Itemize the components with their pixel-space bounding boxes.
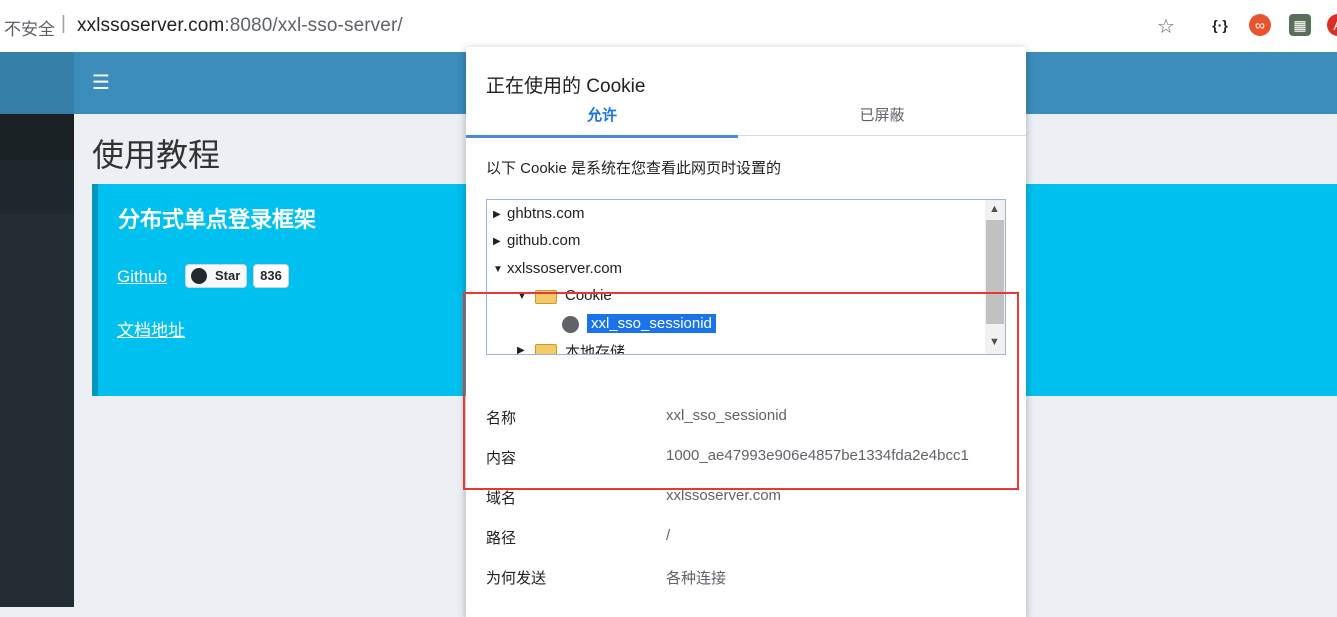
page-title: 使用教程 — [92, 137, 221, 173]
url-host: xxlssoserver.com — [77, 15, 225, 36]
send-reason-label: 为何发送 — [486, 570, 547, 587]
star-count[interactable]: 836 — [253, 264, 289, 288]
callout-title: 分布式单点登录框架 — [118, 207, 317, 232]
sidebar-block — [0, 114, 74, 160]
insecure-label[interactable]: 不安全 — [4, 15, 55, 40]
tree-item-domain[interactable]: github.com — [507, 232, 580, 249]
sidebar — [0, 114, 74, 607]
hamburger-menu-icon[interactable]: ☰ — [92, 70, 110, 95]
sidebar-block — [0, 160, 74, 214]
picture-extension-icon[interactable]: ▦ — [1289, 14, 1311, 36]
url-separator: | — [61, 13, 66, 34]
adblock-extension-icon[interactable]: A — [1327, 14, 1337, 36]
path-value: / — [666, 527, 671, 544]
send-reason-value: 各种连接 — [666, 570, 727, 587]
highlight-annotation-box — [463, 292, 1019, 490]
tree-item-domain[interactable]: ghbtns.com — [507, 205, 585, 222]
address-url[interactable]: xxlssoserver.com:8080/xxl-sso-server/ — [77, 15, 403, 37]
github-icon — [191, 268, 207, 284]
github-star-button[interactable]: Star — [185, 264, 247, 288]
dialog-description: 以下 Cookie 是系统在您查看此网页时设置的 — [486, 160, 782, 177]
browser-toolbar: 不安全 | xxlssoserver.com:8080/xxl-sso-serv… — [0, 0, 1337, 53]
json-extension-icon[interactable]: {·} — [1209, 14, 1231, 36]
domain-label: 域名 — [486, 490, 517, 507]
path-label: 路径 — [486, 530, 517, 547]
expand-arrow-icon[interactable]: ▶ — [493, 209, 501, 220]
infinity-extension-icon[interactable]: ∞ — [1249, 14, 1271, 36]
tree-item-domain[interactable]: xxlssoserver.com — [507, 260, 622, 277]
star-label: Star — [215, 268, 241, 283]
tab-allowed[interactable]: 允许 — [466, 105, 738, 138]
dialog-title: 正在使用的 Cookie — [486, 76, 646, 97]
logo-area[interactable] — [0, 52, 74, 114]
collapse-arrow-icon[interactable]: ▼ — [493, 264, 503, 275]
docs-link[interactable]: 文档地址 — [117, 316, 185, 341]
url-path: :8080/xxl-sso-server/ — [224, 15, 403, 36]
tab-blocked[interactable]: 已屏蔽 — [738, 105, 1026, 136]
scroll-up-icon[interactable]: ▲ — [989, 203, 1000, 215]
bookmark-star-icon[interactable]: ☆ — [1157, 14, 1175, 39]
github-link[interactable]: Github — [117, 267, 167, 287]
expand-arrow-icon[interactable]: ▶ — [493, 236, 501, 247]
